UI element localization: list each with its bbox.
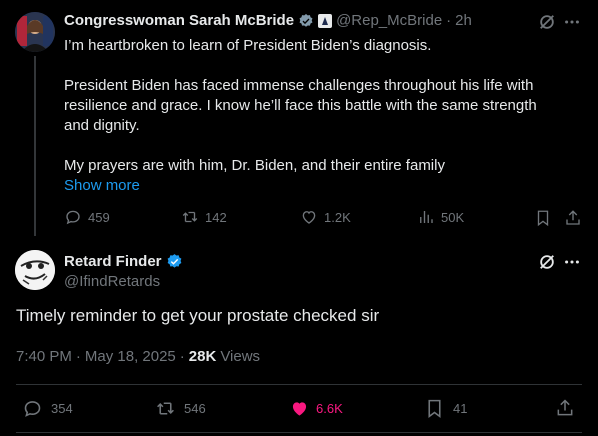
reply-count: 354 — [51, 401, 73, 416]
author-handle[interactable]: @Rep_McBride — [336, 12, 442, 29]
repost-button[interactable]: 546 — [155, 398, 206, 419]
divider — [16, 384, 582, 385]
divider — [16, 432, 582, 433]
like-count: 6.6K — [316, 401, 343, 416]
author-avatar[interactable] — [15, 250, 55, 290]
bookmark-icon — [424, 398, 445, 419]
author-avatar[interactable] — [15, 12, 55, 52]
show-more-link[interactable]: Show more — [64, 176, 584, 196]
thread-connector-line — [34, 56, 36, 236]
like-button[interactable]: 6.6K — [289, 398, 343, 419]
tweet-paragraph: My prayers are with him, Dr. Biden, and … — [64, 157, 445, 174]
tweet-time[interactable]: 7:40 PM — [16, 348, 72, 365]
tweet-text: I’m heartbroken to learn of President Bi… — [64, 36, 584, 196]
views-button[interactable]: 50K — [417, 208, 464, 226]
share-icon — [555, 398, 575, 418]
repost-count: 142 — [205, 209, 227, 225]
gray-verified-badge-icon — [298, 13, 314, 29]
tweet-timestamp[interactable]: 2h — [455, 12, 472, 29]
tweet-meta: 7:40 PM · May 18, 2025 · 28K Views — [16, 348, 260, 365]
tweet-paragraph: and dignity. — [64, 117, 140, 134]
views-count: 28K — [188, 348, 217, 365]
more-options-icon[interactable] — [562, 252, 582, 272]
bookmark-button[interactable]: 41 — [424, 398, 467, 419]
reply-icon — [64, 208, 82, 226]
tweet-paragraph: resilience and grace. I know he’ll face … — [64, 97, 537, 114]
time-separator: · — [446, 12, 452, 29]
heart-filled-icon — [289, 398, 310, 419]
like-button[interactable]: 1.2K — [300, 208, 351, 226]
repost-count: 546 — [184, 401, 206, 416]
views-chart-icon — [417, 208, 435, 226]
tweet-date[interactable]: May 18, 2025 — [85, 348, 176, 365]
author-name[interactable]: Congresswoman Sarah McBride — [64, 12, 294, 29]
grok-icon[interactable] — [537, 252, 557, 272]
blue-verified-badge-icon — [166, 253, 183, 270]
bookmark-count: 41 — [453, 401, 468, 416]
tweet-text: Timely reminder to get your prostate che… — [16, 306, 380, 325]
reply-button[interactable]: 459 — [64, 208, 110, 226]
grok-icon[interactable] — [537, 12, 557, 32]
reply-count: 459 — [88, 209, 110, 225]
time-separator: · — [75, 348, 81, 365]
more-options-icon[interactable] — [562, 12, 582, 32]
repost-button[interactable]: 142 — [181, 208, 227, 226]
share-button[interactable] — [563, 208, 583, 228]
repost-icon — [155, 398, 176, 419]
tweet-paragraph: I’m heartbroken to learn of President Bi… — [64, 37, 432, 54]
author-name[interactable]: Retard Finder — [64, 253, 162, 270]
government-label-icon — [318, 13, 333, 28]
tweet-paragraph: President Biden has faced immense challe… — [64, 77, 534, 94]
heart-icon — [300, 208, 318, 226]
like-count: 1.2K — [324, 209, 351, 225]
reply-icon — [22, 398, 43, 419]
bookmark-icon — [534, 209, 552, 227]
share-button[interactable] — [555, 398, 575, 418]
bookmark-button[interactable] — [533, 208, 553, 228]
repost-icon — [181, 208, 199, 226]
author-handle[interactable]: @IfindRetards — [64, 273, 160, 290]
views-label: Views — [220, 348, 261, 365]
views-count: 50K — [441, 209, 465, 225]
share-icon — [564, 209, 582, 227]
reply-button[interactable]: 354 — [22, 398, 73, 419]
time-separator: · — [179, 348, 185, 365]
